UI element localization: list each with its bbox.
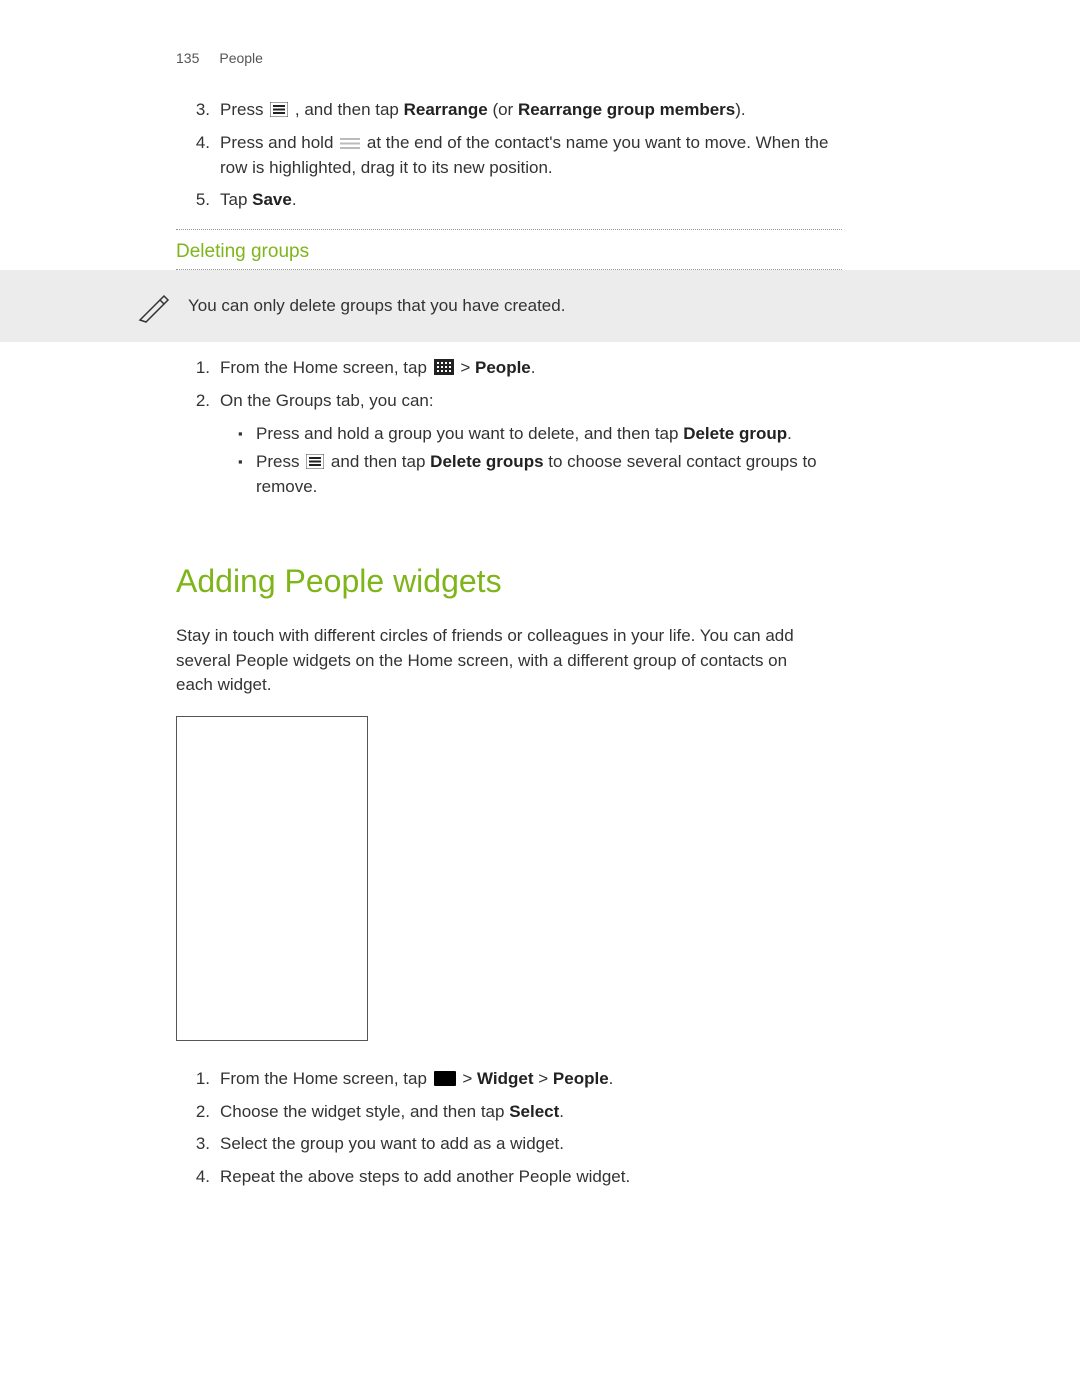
step-5: 5. Tap Save. (176, 188, 1080, 213)
list-item: ▪ Press and then tap Delete groups to ch… (220, 450, 1080, 499)
step-number: 1. (176, 356, 220, 381)
drag-handle-icon (340, 137, 360, 150)
step-number: 2. (176, 389, 220, 414)
section-divider: Deleting groups (0, 229, 1080, 271)
personalize-icon (434, 1071, 456, 1086)
step-number: 4. (176, 1165, 220, 1190)
step-2: 2. Choose the widget style, and then tap… (176, 1100, 1080, 1125)
step-number: 4. (176, 131, 220, 180)
step-2: 2. On the Groups tab, you can: (176, 389, 1080, 414)
heading-adding-widgets: Adding People widgets (0, 558, 1080, 604)
section-title: People (219, 48, 263, 68)
step-4: 4. Press and hold at the end of the cont… (176, 131, 1080, 180)
paragraph-widgets-intro: Stay in touch with different circles of … (0, 624, 1080, 698)
page-header: 135 People (0, 48, 1080, 68)
step-1: 1. From the Home screen, tap > People. (176, 356, 1080, 381)
list-item: ▪ Press and hold a group you want to del… (220, 422, 1080, 447)
step-body: From the Home screen, tap > People. (220, 356, 776, 381)
step-body: On the Groups tab, you can: (220, 389, 674, 414)
menu-icon (270, 102, 288, 117)
menu-icon (306, 454, 324, 469)
step-number: 1. (176, 1067, 220, 1092)
steps-delete: 1. From the Home screen, tap > People. 2… (0, 356, 1080, 413)
step-body: Repeat the above steps to add another Pe… (220, 1165, 870, 1190)
pen-icon (136, 288, 176, 324)
step-body: Press , and then tap Rearrange (or Rearr… (220, 98, 986, 123)
bullet-icon: ▪ (220, 450, 256, 499)
step-number: 3. (176, 1132, 220, 1157)
page-number: 135 (176, 48, 199, 68)
widget-screenshot-placeholder (176, 716, 368, 1041)
step-3: 3. Press , and then tap Rearrange (or Re… (176, 98, 1080, 123)
step-number: 3. (176, 98, 220, 123)
step-body: Choose the widget style, and then tap Se… (220, 1100, 804, 1125)
bullet-icon: ▪ (220, 422, 256, 447)
list-body: Press and then tap Delete groups to choo… (256, 450, 1080, 499)
step-3: 3. Select the group you want to add as a… (176, 1132, 1080, 1157)
step-1: 1. From the Home screen, tap > Widget > … (176, 1067, 1080, 1092)
note-box: You can only delete groups that you have… (0, 270, 1080, 342)
subheading-deleting-groups: Deleting groups (0, 230, 1080, 270)
delete-options: ▪ Press and hold a group you want to del… (0, 422, 1080, 500)
list-body: Press and hold a group you want to delet… (256, 422, 1032, 447)
apps-grid-icon (434, 359, 454, 375)
note-text: You can only delete groups that you have… (176, 294, 565, 319)
step-body: Tap Save. (220, 188, 537, 213)
steps-rearrange: 3. Press , and then tap Rearrange (or Re… (0, 98, 1080, 213)
step-body: Press and hold at the end of the contact… (220, 131, 1080, 180)
step-body: From the Home screen, tap > Widget > Peo… (220, 1067, 853, 1092)
manual-page: 135 People 3. Press , and then tap Rearr… (0, 0, 1080, 1318)
step-body: Select the group you want to add as a wi… (220, 1132, 804, 1157)
steps-add-widget: 1. From the Home screen, tap > Widget > … (0, 1067, 1080, 1190)
step-number: 2. (176, 1100, 220, 1125)
step-4: 4. Repeat the above steps to add another… (176, 1165, 1080, 1190)
step-number: 5. (176, 188, 220, 213)
